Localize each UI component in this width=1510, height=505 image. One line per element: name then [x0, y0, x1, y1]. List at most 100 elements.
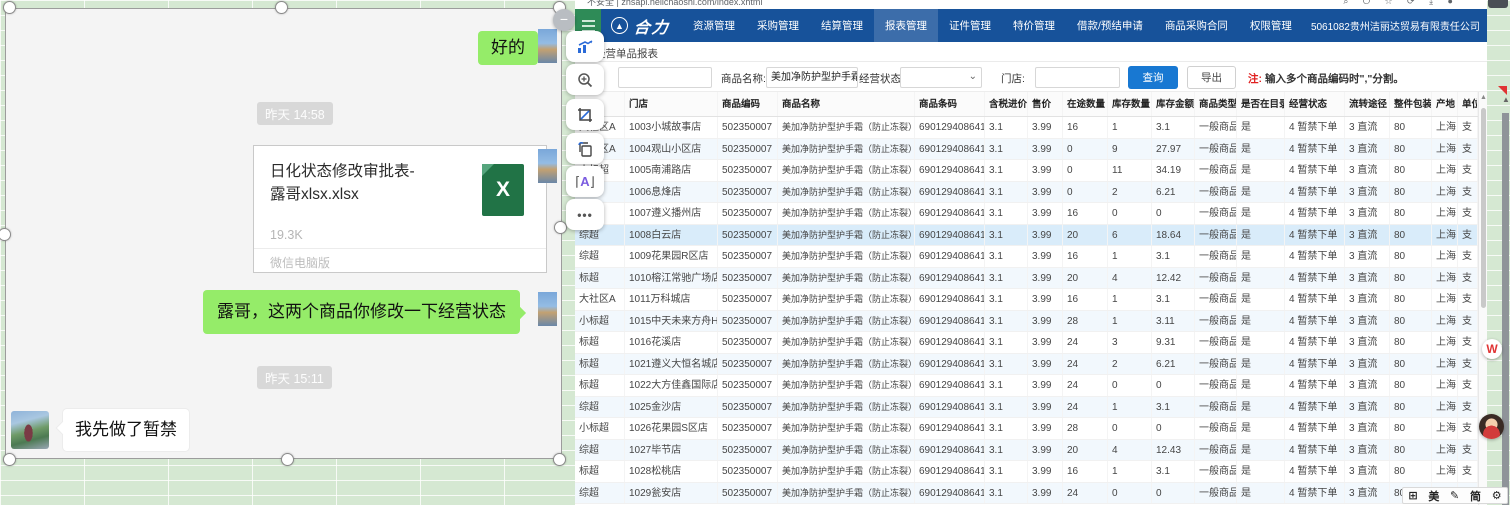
table-cell: 3.99 — [1028, 418, 1063, 439]
table-row[interactable]: 小标超1026花果园S区店502350007美加净防护型护手霜（防止冻裂）30g… — [575, 418, 1478, 440]
nav-item[interactable]: 商品采购合同 — [1154, 9, 1239, 42]
table-row[interactable]: 大社区A1003小城故事店502350007美加净防护型护手霜（防止冻裂）30g… — [575, 117, 1478, 139]
self-avatar[interactable] — [538, 292, 557, 326]
table-row[interactable]: 小标超1015中天未来方舟H4店502350007美加净防护型护手霜（防止冻裂）… — [575, 311, 1478, 333]
table-cell: 小标超 — [575, 311, 625, 332]
table-cell: 24 — [1063, 483, 1108, 504]
contact-avatar[interactable] — [11, 411, 49, 449]
crop-annotate-tool-button[interactable] — [566, 99, 604, 130]
table-cell: 支 — [1458, 225, 1478, 246]
wps-logo-icon[interactable]: W — [1482, 339, 1502, 359]
wechat-chat-screenshot[interactable]: 好的 昨天 14:58 日化状态修改审批表- 露哥xlsx.xlsx X 19.… — [5, 8, 562, 459]
table-cell: 28 — [1063, 418, 1108, 439]
more-tools-button[interactable]: ••• — [566, 199, 604, 230]
selection-handle[interactable] — [281, 453, 294, 466]
table-scrollbar[interactable]: ▲ — [1478, 92, 1487, 505]
store-input[interactable] — [1035, 67, 1120, 88]
zoom-tool-button[interactable] — [566, 64, 604, 95]
table-row[interactable]: 综超1008白云店502350007美加净防护型护手霜（防止冻裂）30g6901… — [575, 225, 1478, 247]
chart-tool-button[interactable] — [566, 31, 604, 62]
selection-handle[interactable] — [3, 1, 16, 14]
table-cell: 502350007 — [718, 246, 778, 267]
table-row[interactable]: 大社区A1004观山小区店502350007美加净防护型护手霜（防止冻裂）30g… — [575, 139, 1478, 161]
nav-item[interactable]: 报表管理 — [874, 9, 938, 42]
nav-item[interactable]: 借款/预结申请 — [1066, 9, 1154, 42]
table-cell: 80 — [1390, 418, 1432, 439]
self-avatar[interactable] — [538, 29, 557, 63]
file-source: 微信电脑版 — [270, 254, 330, 271]
table-row[interactable]: 综超1009花果园R区店502350007美加净防护型护手霜（防止冻裂）30g6… — [575, 246, 1478, 268]
table-row[interactable]: 标超1021遵义大恒名城店502350007美加净防护型护手霜（防止冻裂）30g… — [575, 354, 1478, 376]
browser-toolbar-icons[interactable]: ⌕ ⭘ ☆ ⟳ ⤓ ● — [1343, 0, 1459, 7]
nav-menu: 资源管理采购管理结算管理报表管理证件管理特价管理借款/预结申请商品采购合同权限管… — [682, 9, 1303, 42]
table-row[interactable]: 标超1010榕江常驰广场店502350007美加净防护型护手霜（防止冻裂）30g… — [575, 268, 1478, 290]
browser-url-bar[interactable]: 不安全 | zhsapi.helichaoshi.com/index.xhtml… — [575, 0, 1487, 9]
scrollbar-thumb[interactable] — [1481, 108, 1486, 308]
selection-handle[interactable] — [553, 453, 566, 466]
text-recognition-tool-button[interactable]: ⌈A⌋ — [566, 166, 604, 197]
selection-handle[interactable] — [3, 453, 16, 466]
table-cell: 3 直流 — [1345, 160, 1390, 181]
nav-item[interactable]: 权限管理 — [1239, 9, 1303, 42]
table-cell: 1004观山小区店 — [625, 139, 718, 160]
table-cell: 502350007 — [718, 203, 778, 224]
copy-tool-button[interactable] — [566, 133, 604, 164]
ocr-text-icon: ⌈A⌋ — [575, 174, 595, 190]
toolbar-collapse-button[interactable]: − — [553, 9, 575, 31]
input-method-toolbar[interactable]: ⊞ 美 ✎ 简 ⚙ — [1402, 487, 1508, 504]
table-row[interactable]: 标超1022大方佳鑫国际店502350007美加净防护型护手霜（防止冻裂）30g… — [575, 375, 1478, 397]
table-cell: 美加净防护型护手霜（防止冻裂）30g — [778, 268, 915, 289]
table-row[interactable]: 小标超1005南浦路店502350007美加净防护型护手霜（防止冻裂）30g69… — [575, 160, 1478, 182]
scrollbar-thumb[interactable] — [1502, 113, 1509, 505]
nav-item[interactable]: 证件管理 — [938, 9, 1002, 42]
bubble-tail — [512, 306, 526, 320]
table-cell: 支 — [1458, 139, 1478, 160]
table-cell: 80 — [1390, 289, 1432, 310]
selection-handle[interactable] — [554, 221, 567, 234]
chart-icon — [577, 40, 593, 54]
table-cell: 3 直流 — [1345, 375, 1390, 396]
scroll-up-arrow-icon[interactable]: ▲ — [1502, 95, 1510, 104]
ime-item[interactable]: ⚙ — [1492, 489, 1502, 502]
ime-item[interactable]: 简 — [1470, 488, 1481, 504]
ime-item[interactable]: ⊞ — [1408, 489, 1417, 502]
nav-item[interactable]: 采购管理 — [746, 9, 810, 42]
table-row[interactable]: 综超1027毕节店502350007美加净防护型护手霜（防止冻裂）30g6901… — [575, 440, 1478, 462]
table-row[interactable]: 1007遵义播州店502350007美加净防护型护手霜（防止冻裂）30g6901… — [575, 203, 1478, 225]
table-row[interactable]: 标超1016花溪店502350007美加净防护型护手霜（防止冻裂）30g6901… — [575, 332, 1478, 354]
table-header-row[interactable]: 门店商品编码商品名称商品条码含税进价售价在途数量库存数量库存金额商品类型是否在目… — [575, 92, 1478, 117]
name-input[interactable]: 美加净防护型护手霜(防 — [766, 67, 858, 88]
selection-handle[interactable] — [275, 1, 288, 14]
table-cell: 是 — [1237, 483, 1285, 504]
table-cell: 1025金沙店 — [625, 397, 718, 418]
excel-file-icon: X — [482, 164, 524, 216]
nav-item[interactable]: 特价管理 — [1002, 9, 1066, 42]
nav-item[interactable]: 结算管理 — [810, 9, 874, 42]
table-row[interactable]: 大社区A1011万科城店502350007美加净防护型护手霜（防止冻裂）30g6… — [575, 289, 1478, 311]
ime-item[interactable]: 美 — [1428, 488, 1439, 504]
table-cell: 支 — [1458, 332, 1478, 353]
file-message-card[interactable]: 日化状态修改审批表- 露哥xlsx.xlsx X 19.3K 微信电脑版 — [253, 145, 547, 273]
table-cell: 80 — [1390, 246, 1432, 267]
self-avatar[interactable] — [538, 149, 557, 183]
nav-item[interactable]: 资源管理 — [682, 9, 746, 42]
ime-item[interactable]: ✎ — [1450, 489, 1459, 502]
export-button[interactable]: 导出 — [1187, 66, 1236, 89]
table-cell: 16 — [1063, 461, 1108, 482]
table-cell: 20 — [1063, 225, 1108, 246]
table-row[interactable]: 综超1025金沙店502350007美加净防护型护手霜（防止冻裂）30g6901… — [575, 397, 1478, 419]
scroll-up-arrow-icon[interactable]: ▲ — [1480, 94, 1487, 101]
assistant-avatar-icon[interactable] — [1479, 414, 1504, 439]
browser-extension-tab[interactable] — [1488, 0, 1508, 8]
table-row[interactable]: 标超1028松桃店502350007美加净防护型护手霜（防止冻裂）30g6901… — [575, 461, 1478, 483]
sheet-scrollbar[interactable]: ▲ — [1501, 95, 1510, 505]
search-button[interactable]: 查询 — [1128, 66, 1178, 89]
chat-bubble-sent: 好的 — [478, 31, 538, 65]
table-row[interactable]: 综超1029瓮安店502350007美加净防护型护手霜（防止冻裂）30g6901… — [575, 483, 1478, 505]
status-select[interactable]: ⌄ — [900, 67, 982, 88]
table-cell: 3 直流 — [1345, 139, 1390, 160]
table-row[interactable]: 1006息烽店502350007美加净防护型护手霜（防止冻裂）30g690129… — [575, 182, 1478, 204]
table-cell: 一般商品 — [1195, 203, 1237, 224]
table-cell: 0 — [1063, 160, 1108, 181]
code-input[interactable] — [618, 67, 712, 88]
